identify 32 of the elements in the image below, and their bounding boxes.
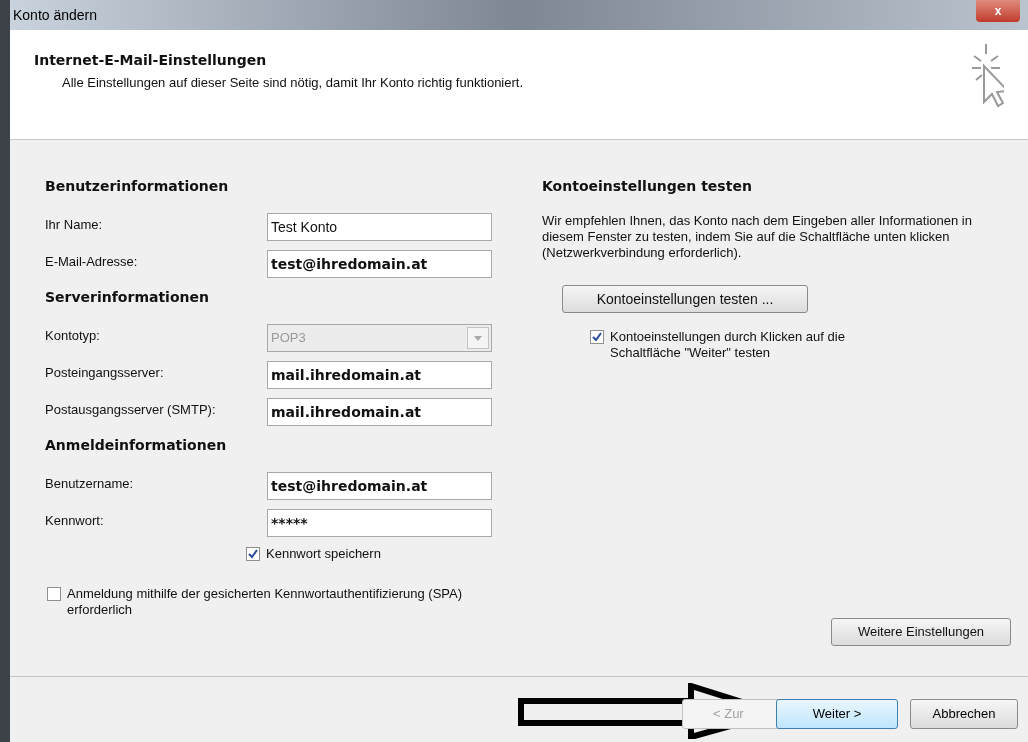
section-heading: Kontoeinstellungen testen: [542, 177, 753, 196]
input-field[interactable]: mail.ihredomain.at: [267, 398, 492, 426]
cancel-button[interactable]: Abbrechen: [910, 698, 1018, 729]
input-field[interactable]: test@ihredomain.at: [267, 472, 492, 500]
page-title: Internet-E-Mail-Einstellungen: [34, 51, 268, 70]
field-label: Kennwort:: [45, 512, 105, 530]
section-heading: Anmeldeinformationen: [45, 436, 227, 455]
checkbox-label: Anmeldung mithilfe der gesicherten Kennwortauthentifizierung (SPA) erforderlich: [67, 586, 464, 618]
checkbox-label: Kennwort speichern: [266, 546, 381, 562]
test-settings-button[interactable]: Kontoeinstellungen testen ...: [562, 285, 808, 313]
input-field[interactable]: mail.ihredomain.at: [267, 361, 492, 389]
section-heading: Benutzerinformationen: [45, 177, 229, 196]
checkbox[interactable]: [246, 547, 260, 561]
field-label: Posteingangsserver:: [45, 364, 165, 382]
more-settings-button[interactable]: Weitere Einstellungen: [831, 618, 1011, 646]
field-label: Kontotyp:: [45, 327, 101, 345]
checkbox-label: Kontoeinstellungen durch Klicken auf die Schaltfläche "Weiter" testen: [610, 329, 846, 361]
input-field[interactable]: test@ihredomain.at: [267, 250, 492, 278]
description-text: Wir empfehlen Ihnen, das Konto nach dem Eingeben aller Informationen in diesem Fenster zu testen, indem Sie auf die Schaltfläche unten klicken (Netzwerkverbindung erforderlich).: [542, 213, 973, 261]
input-field[interactable]: Test Konto: [267, 213, 492, 241]
field-label: Benutzername:: [45, 475, 135, 493]
close-button[interactable]: x: [976, 0, 1020, 22]
field-label: Ihr Name:: [45, 216, 104, 234]
window-title: Konto ändern: [13, 5, 98, 25]
field-label: Postausgangsserver (SMTP):: [45, 401, 217, 419]
input-field[interactable]: *****: [267, 509, 492, 537]
section-heading: Serverinformationen: [45, 288, 209, 307]
page-subtitle: Alle Einstellungen auf dieser Seite sind nötig, damit Ihr Konto richtig funktioniert.: [62, 74, 524, 92]
checkbox[interactable]: [590, 330, 604, 344]
field-label: E-Mail-Adresse:: [45, 253, 139, 271]
next-button[interactable]: Weiter >: [776, 698, 898, 729]
checkbox[interactable]: [47, 587, 61, 601]
